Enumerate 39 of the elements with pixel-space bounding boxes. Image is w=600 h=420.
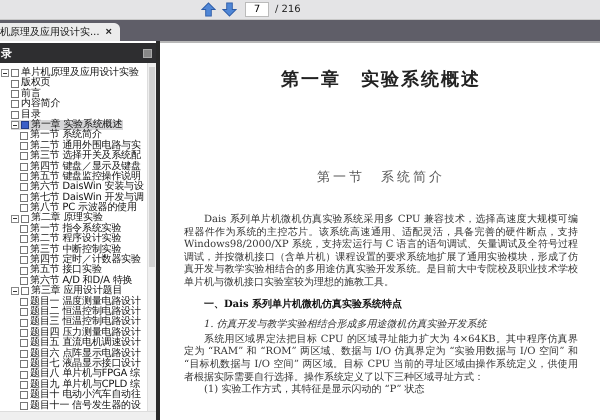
outline-item[interactable]: 题目三 恒温控制电路设计 bbox=[20, 317, 142, 328]
section-title: 第一节 系统简介 bbox=[316, 169, 446, 186]
outline-item[interactable]: 目录 bbox=[11, 110, 42, 120]
body-paragraph: 系统用区域界定法把目标 CPU 的区域寻址能力扩大为 4×64KB。其中程序仿真界定为 “RAM” 和 “ROM” 两区域、数据与 I/O 仿真界定为 “实验用数据与 I/O 空间” 和 “目标机数据与 I/O 空间” 两区域。目标 CPU 当前的寻址区域由操作系统定义，供使用者根据实际需要自行选择。操作系统定义了以下三种区域寻址方式： bbox=[184, 334, 578, 384]
outline-item[interactable]: 题目十 电动小汽车自动往 bbox=[20, 390, 142, 400]
outline-item[interactable]: 第三节 选择开关及系统配 bbox=[20, 151, 142, 162]
outline-item[interactable]: 内容简介 bbox=[11, 99, 62, 110]
page-count: / 216 bbox=[275, 4, 301, 15]
point-heading: 1. 仿真开发与教学实验相结合形成多用途微机仿真实验开发系统 bbox=[203, 319, 488, 332]
outline-item[interactable]: 题目十一 信号发生器的设 bbox=[20, 400, 142, 411]
panel-collapse-icon[interactable] bbox=[143, 48, 152, 58]
chapter-title: 第一章 实验系统概述 bbox=[280, 68, 482, 91]
outline-item[interactable]: 题目六 点阵显示电路设计 bbox=[20, 348, 142, 359]
page-number-field[interactable]: 7 bbox=[245, 2, 269, 17]
outline-item[interactable]: 第四节 键盘／显示及键盘 bbox=[20, 162, 142, 172]
document-tab[interactable]: 机原理及应用设计实... × bbox=[0, 23, 120, 41]
close-tab-button[interactable]: × bbox=[106, 26, 112, 38]
panel-title: 录 bbox=[1, 46, 12, 60]
outline-item[interactable]: 题目一 温度测量电路设计 bbox=[20, 296, 142, 307]
vertical-scrollbar[interactable] bbox=[147, 63, 156, 411]
subsection-heading: 一、Dais 系列单片机微机仿真实验系统特点 bbox=[203, 298, 404, 312]
list-item: (1) 实验工作方式，其特征是显示闪动的 “P” 状态 bbox=[203, 384, 426, 397]
collapse-toggle-icon[interactable] bbox=[11, 214, 19, 223]
outline-item[interactable]: 版权页 bbox=[11, 78, 52, 89]
collapse-toggle-icon[interactable] bbox=[11, 121, 19, 130]
body-paragraph: Dais 系列单片机微机仿真实验系统采用多 CPU 兼容技术，选择高速度大规模可编程器件作为系统的主控芯片。该系统高速通用、适配灵活，具备完善的硬件断点，支持 Windows98/2000/XP 系统，支持宏运行与 C 语言的语句调试、矢量调试及全符号过程调试，并按微机接口（含单片机）课程设置的要求系统地扩展了通用实验模块，形成了仿真开发与教学实验相结合的多用途仿真实验开发系统。是目前大中专院校及职业技术学校单片机与微机接口实验室较为理想的施教工具。 bbox=[184, 214, 578, 290]
collapse-toggle-icon[interactable] bbox=[11, 287, 19, 296]
collapse-toggle-icon[interactable] bbox=[1, 69, 9, 78]
next-page-button[interactable] bbox=[222, 2, 237, 17]
outline-item[interactable]: 第六节 DaisWin 安装与设 bbox=[20, 182, 145, 193]
outline-item[interactable]: 题目八 单片机与FPGA 综 bbox=[20, 369, 141, 380]
outline-item[interactable]: 第二章 原理实验 bbox=[11, 213, 104, 224]
outline-item[interactable]: 第五节 接口实验 bbox=[20, 265, 103, 276]
horizontal-scrollbar[interactable] bbox=[0, 411, 156, 420]
outline-item[interactable]: 第一节 系统简介 bbox=[20, 130, 103, 141]
previous-page-button[interactable] bbox=[201, 2, 216, 17]
outline-item[interactable]: 第二节 程序设计实验 bbox=[20, 234, 122, 245]
outline-item[interactable]: 题目五 直流电机调速设计 bbox=[20, 338, 142, 349]
outline-item[interactable]: 第三章 应用设计题目 bbox=[11, 286, 124, 297]
